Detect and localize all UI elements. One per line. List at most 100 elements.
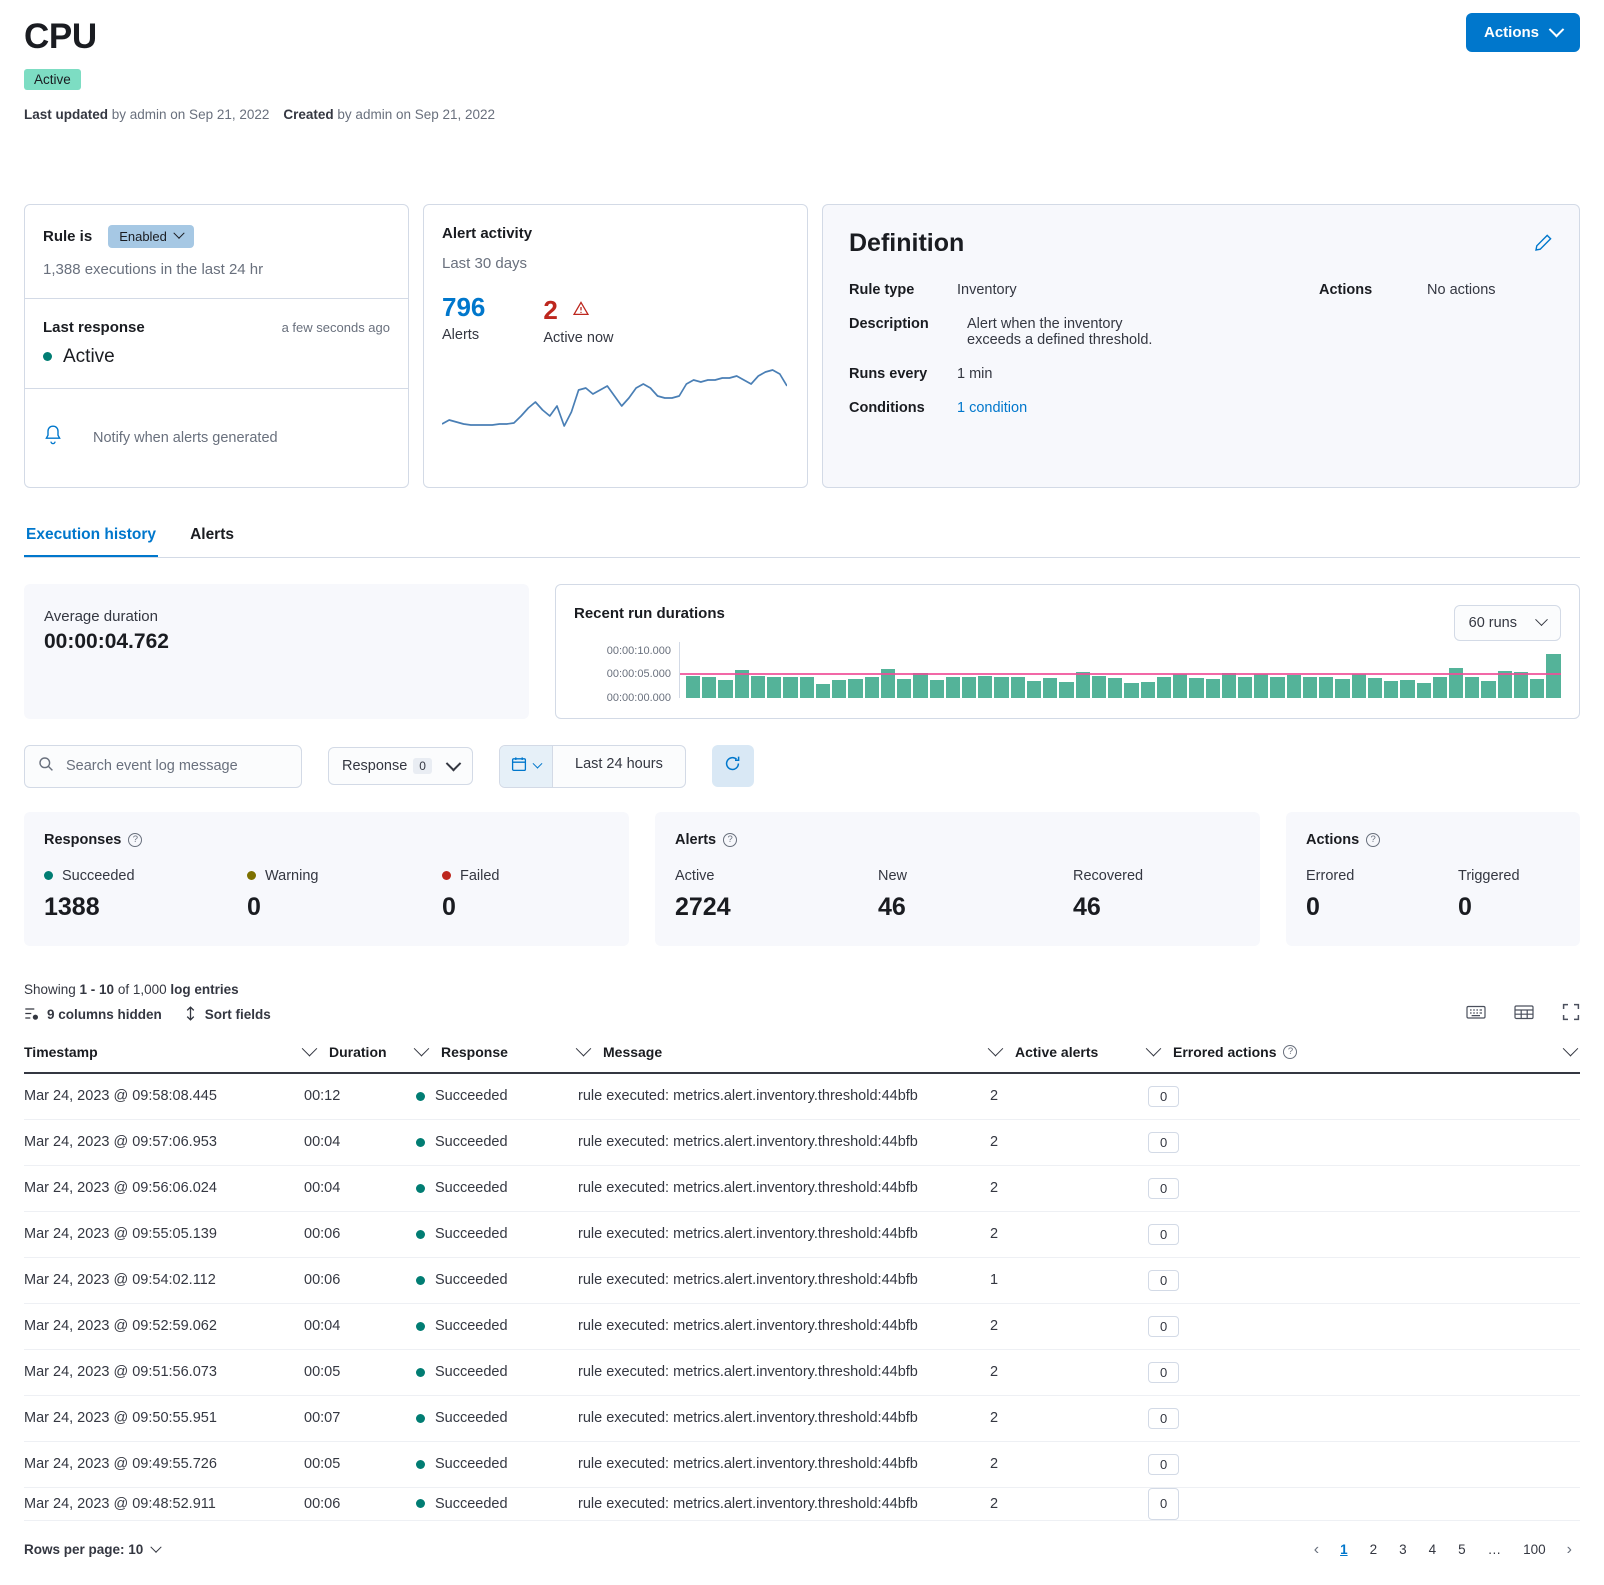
chart-bar[interactable]: [913, 673, 927, 697]
help-icon[interactable]: ?: [128, 833, 142, 847]
chart-bar[interactable]: [1498, 671, 1512, 697]
chart-bar[interactable]: [1124, 683, 1138, 698]
chart-bar[interactable]: [865, 677, 879, 698]
chart-bar[interactable]: [783, 677, 797, 698]
column-header-timestamp[interactable]: Timestamp: [24, 1034, 304, 1073]
pagination-page-5[interactable]: 5: [1449, 1537, 1475, 1562]
chart-bar[interactable]: [1222, 673, 1236, 698]
chevron-down-icon[interactable]: [1563, 1041, 1579, 1057]
chart-bar[interactable]: [1319, 677, 1333, 698]
chart-bar[interactable]: [994, 677, 1008, 697]
chart-bar[interactable]: [686, 676, 700, 698]
help-icon[interactable]: ?: [723, 833, 737, 847]
chart-bar[interactable]: [702, 677, 716, 698]
keyboard-shortcuts-icon[interactable]: [1466, 1004, 1486, 1025]
column-header-response[interactable]: Response: [416, 1034, 578, 1073]
sort-fields-button[interactable]: Sort fields: [184, 1006, 271, 1024]
chart-bar[interactable]: [1173, 674, 1187, 698]
tab-execution-history[interactable]: Execution history: [24, 516, 158, 557]
chart-bar[interactable]: [1368, 678, 1382, 698]
chevron-down-icon[interactable]: [414, 1041, 430, 1057]
runs-count-dropdown[interactable]: 60 runs: [1454, 605, 1561, 641]
column-header-active-alerts[interactable]: Active alerts: [990, 1034, 1148, 1073]
help-icon[interactable]: ?: [1366, 833, 1380, 847]
pagination-page-100[interactable]: 100: [1514, 1537, 1555, 1562]
chevron-down-icon[interactable]: [1146, 1041, 1162, 1057]
chart-bar[interactable]: [1270, 677, 1284, 698]
table-row[interactable]: Mar 24, 2023 @ 09:56:06.02400:04Succeede…: [24, 1165, 1580, 1211]
chart-bar[interactable]: [946, 677, 960, 698]
chart-bar[interactable]: [1352, 674, 1366, 698]
rows-per-page-dropdown[interactable]: Rows per page: 10: [24, 1542, 160, 1557]
pagination-prev[interactable]: ‹: [1306, 1537, 1327, 1563]
rule-enabled-dropdown[interactable]: Enabled: [108, 225, 194, 248]
chart-bar[interactable]: [1141, 682, 1155, 697]
chart-bar[interactable]: [930, 680, 944, 697]
chart-bar[interactable]: [1254, 674, 1268, 697]
tab-alerts[interactable]: Alerts: [188, 516, 236, 557]
chart-bar[interactable]: [1417, 683, 1431, 698]
chevron-down-icon[interactable]: [576, 1041, 592, 1057]
pagination-page-4[interactable]: 4: [1420, 1537, 1446, 1562]
search-input[interactable]: [66, 758, 288, 774]
columns-hidden-button[interactable]: 9 columns hidden: [24, 1006, 162, 1024]
chart-bar[interactable]: [1092, 676, 1106, 697]
table-row[interactable]: Mar 24, 2023 @ 09:50:55.95100:07Succeede…: [24, 1395, 1580, 1441]
chart-bar[interactable]: [767, 677, 781, 698]
table-row[interactable]: Mar 24, 2023 @ 09:55:05.13900:06Succeede…: [24, 1211, 1580, 1257]
table-row[interactable]: Mar 24, 2023 @ 09:58:08.44500:12Succeede…: [24, 1073, 1580, 1120]
chart-bar[interactable]: [962, 677, 976, 698]
column-header-message[interactable]: Message: [578, 1034, 990, 1073]
chart-bar[interactable]: [1238, 677, 1252, 698]
conditions-link[interactable]: 1 condition: [957, 400, 1027, 416]
chart-bar[interactable]: [800, 677, 814, 698]
column-header-errored-actions[interactable]: Errored actions ?: [1148, 1034, 1580, 1073]
help-icon[interactable]: ?: [1283, 1045, 1297, 1059]
chart-bar[interactable]: [1189, 678, 1203, 698]
chart-bar[interactable]: [718, 680, 732, 697]
calendar-dropdown-button[interactable]: [500, 746, 553, 787]
pagination-next[interactable]: ›: [1559, 1537, 1580, 1563]
chart-bar[interactable]: [897, 679, 911, 697]
chart-bar[interactable]: [848, 679, 862, 697]
chart-bar[interactable]: [1108, 678, 1122, 698]
response-filter-dropdown[interactable]: Response0: [328, 747, 473, 785]
table-row[interactable]: Mar 24, 2023 @ 09:57:06.95300:04Succeede…: [24, 1119, 1580, 1165]
chart-bar[interactable]: [1465, 677, 1479, 697]
chevron-down-icon[interactable]: [302, 1041, 318, 1057]
chart-bar[interactable]: [1043, 678, 1057, 698]
pagination-page-2[interactable]: 2: [1361, 1537, 1387, 1562]
date-range-value[interactable]: Last 24 hours: [553, 746, 685, 787]
chevron-down-icon[interactable]: [988, 1041, 1004, 1057]
chart-bar[interactable]: [1027, 681, 1041, 697]
chart-bar[interactable]: [1546, 654, 1560, 698]
chart-bar[interactable]: [1335, 679, 1349, 698]
chart-bar[interactable]: [1400, 680, 1414, 697]
edit-pencil-icon[interactable]: [1534, 233, 1553, 257]
chart-bar[interactable]: [832, 680, 846, 697]
chart-bar[interactable]: [751, 676, 765, 697]
chart-bar[interactable]: [1384, 681, 1398, 698]
table-row[interactable]: Mar 24, 2023 @ 09:49:55.72600:05Succeede…: [24, 1441, 1580, 1487]
pagination-page-1[interactable]: 1: [1331, 1537, 1357, 1562]
chart-bar[interactable]: [1206, 679, 1220, 697]
actions-button[interactable]: Actions: [1466, 13, 1580, 52]
chart-bar[interactable]: [1059, 682, 1073, 698]
chart-bar[interactable]: [1287, 675, 1301, 697]
pagination-page-3[interactable]: 3: [1390, 1537, 1416, 1562]
chart-bar[interactable]: [1481, 681, 1495, 697]
table-row[interactable]: Mar 24, 2023 @ 09:51:56.07300:05Succeede…: [24, 1349, 1580, 1395]
search-box[interactable]: [24, 745, 302, 788]
chart-bar[interactable]: [1530, 679, 1544, 698]
column-header-duration[interactable]: Duration: [304, 1034, 416, 1073]
chart-bar[interactable]: [816, 684, 830, 697]
chart-bar[interactable]: [1514, 672, 1528, 698]
display-density-icon[interactable]: [1514, 1004, 1534, 1025]
table-row[interactable]: Mar 24, 2023 @ 09:52:59.06200:04Succeede…: [24, 1303, 1580, 1349]
fullscreen-icon[interactable]: [1562, 1003, 1580, 1026]
chart-bar[interactable]: [1076, 672, 1090, 698]
chart-bar[interactable]: [1157, 677, 1171, 697]
chart-bar[interactable]: [1303, 677, 1317, 697]
chart-bar[interactable]: [978, 676, 992, 697]
chart-bar[interactable]: [1011, 677, 1025, 697]
